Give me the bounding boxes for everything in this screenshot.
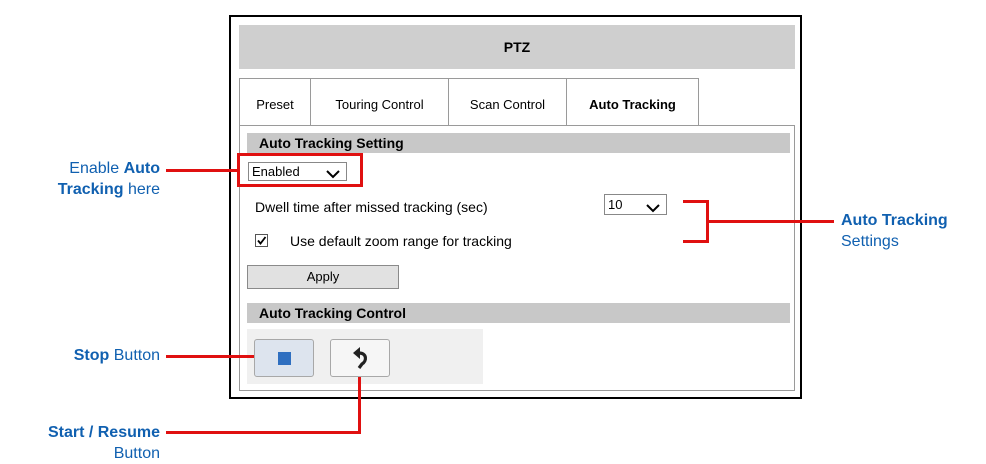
panel-title: PTZ	[239, 25, 795, 69]
settings-callout-line	[706, 220, 834, 223]
enable-callout-box	[237, 153, 363, 187]
checkmark-icon	[257, 236, 267, 245]
dwell-time-label: Dwell time after missed tracking (sec)	[255, 199, 488, 215]
enable-callout-line	[166, 169, 238, 172]
apply-button[interactable]: Apply	[247, 265, 399, 289]
start-callout-line	[166, 431, 361, 434]
start-callout-vertical	[358, 377, 361, 434]
default-zoom-label: Use default zoom range for tracking	[290, 233, 512, 249]
start-annotation: Start / Resume Button	[47, 424, 160, 462]
tab-preset[interactable]: Preset	[239, 78, 311, 126]
tab-touring-control[interactable]: Touring Control	[310, 78, 449, 126]
chevron-down-icon	[646, 199, 660, 218]
stop-icon	[278, 352, 291, 365]
stop-callout-line	[166, 355, 254, 358]
undo-arrow-icon	[353, 347, 367, 369]
auto-tracking-control-header: Auto Tracking Control	[247, 303, 790, 323]
stop-annotation: Stop Button	[73, 347, 160, 364]
default-zoom-checkbox[interactable]	[255, 234, 268, 247]
dwell-select-value: 10	[608, 197, 623, 212]
enable-annotation: Enable Auto Tracking here	[57, 160, 160, 198]
tab-scan-control[interactable]: Scan Control	[448, 78, 567, 126]
settings-annotation: Auto Tracking Settings	[841, 212, 948, 250]
tab-auto-tracking[interactable]: Auto Tracking	[566, 78, 699, 128]
dwell-time-select[interactable]: 10	[604, 194, 667, 215]
stop-button[interactable]	[254, 339, 314, 377]
auto-tracking-setting-header: Auto Tracking Setting	[247, 133, 790, 153]
start-resume-button[interactable]	[330, 339, 390, 377]
